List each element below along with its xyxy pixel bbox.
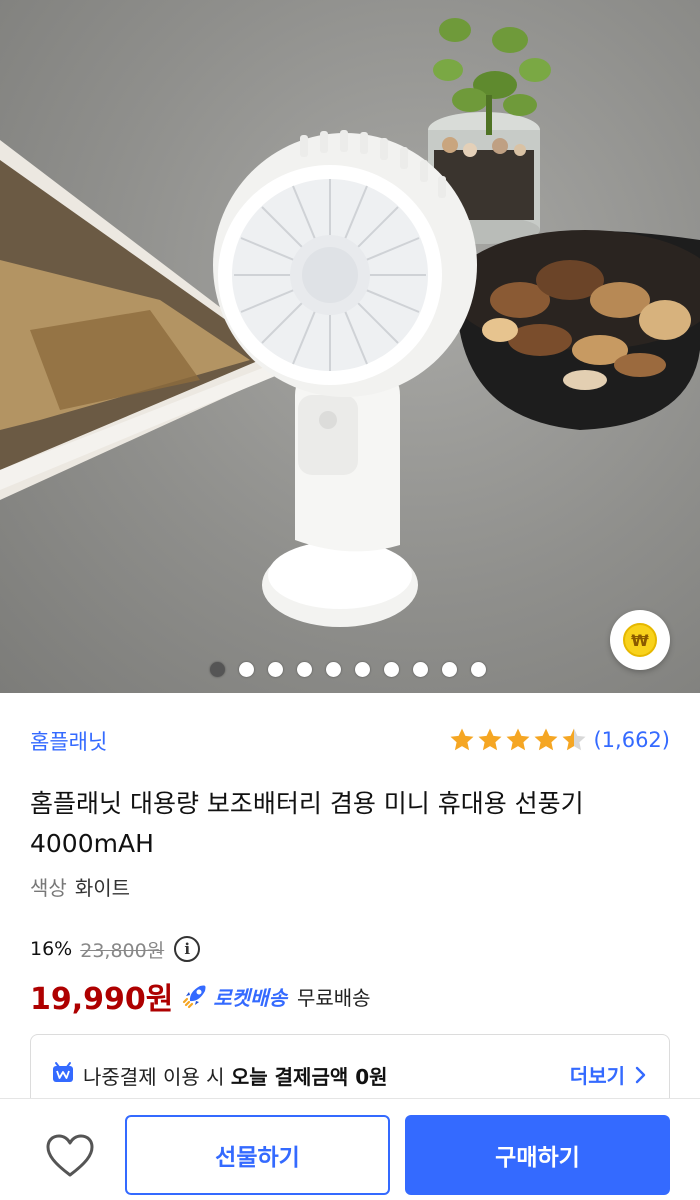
pay-later-text: 나중결제 이용 시 오늘 결제금액 0원 (83, 1061, 388, 1090)
option-key: 색상 (30, 876, 67, 900)
carousel-dot[interactable] (413, 662, 428, 677)
coin-icon: ₩ (623, 623, 657, 657)
carousel-dot[interactable] (297, 662, 312, 677)
rocket-delivery-label: 로켓배송 (213, 985, 287, 1010)
carousel-pagination (0, 660, 700, 678)
sale-price: 19,990원 (30, 982, 174, 1017)
star-icon (562, 728, 586, 751)
brand-rating-row: 홈플래닛 (1,662) (30, 722, 670, 758)
carousel-dot[interactable] (471, 662, 486, 677)
review-count[interactable]: (1,662) (593, 728, 670, 752)
more-link[interactable]: 더보기 (570, 1060, 647, 1089)
pay-later-prefix: 나중결제 이용 시 (83, 1065, 225, 1089)
star-icon (534, 728, 558, 751)
carousel-dot[interactable] (384, 662, 399, 677)
star-icon (450, 728, 474, 751)
option-row: 색상 화이트 (30, 872, 130, 901)
product-photo (0, 18, 700, 627)
gift-button[interactable]: 선물하기 (125, 1115, 390, 1195)
heart-icon[interactable] (44, 1132, 96, 1180)
discount-rate: 16% (30, 938, 73, 960)
brand-link[interactable]: 홈플래닛 (30, 726, 107, 756)
chevron-right-icon (635, 1066, 646, 1083)
original-price-row: 16% 23,800원 i (30, 934, 201, 964)
price-row: 19,990원 로켓배송 무료배송 (30, 976, 371, 1017)
carousel-dot[interactable] (239, 662, 254, 677)
carousel-dot[interactable] (210, 662, 225, 677)
free-shipping-label: 무료배송 (296, 985, 371, 1010)
rocket-icon (183, 985, 206, 1009)
carousel-dot[interactable] (355, 662, 370, 677)
buy-button[interactable]: 구매하기 (405, 1115, 670, 1195)
pay-later-icon (53, 1062, 73, 1082)
product-title: 홈플래닛 대용량 보조배터리 겸용 미니 휴대용 선풍기 4000mAH (30, 789, 584, 858)
more-label: 더보기 (569, 1064, 625, 1088)
rating[interactable]: (1,662) (449, 724, 670, 756)
option-value: 화이트 (74, 876, 131, 900)
bottom-action-bar: 선물하기 구매하기 (0, 1098, 700, 1200)
rating-stars (449, 727, 587, 753)
product-image-carousel[interactable]: ₩ (0, 0, 700, 693)
star-icon (478, 728, 502, 751)
carousel-dot[interactable] (442, 662, 457, 677)
original-price: 23,800원 (80, 939, 165, 962)
carousel-dot[interactable] (326, 662, 341, 677)
pay-later-amount: 오늘 결제금액 0원 (230, 1065, 388, 1089)
carousel-dot[interactable] (268, 662, 283, 677)
star-icon (506, 728, 530, 751)
info-icon[interactable]: i (174, 936, 201, 962)
